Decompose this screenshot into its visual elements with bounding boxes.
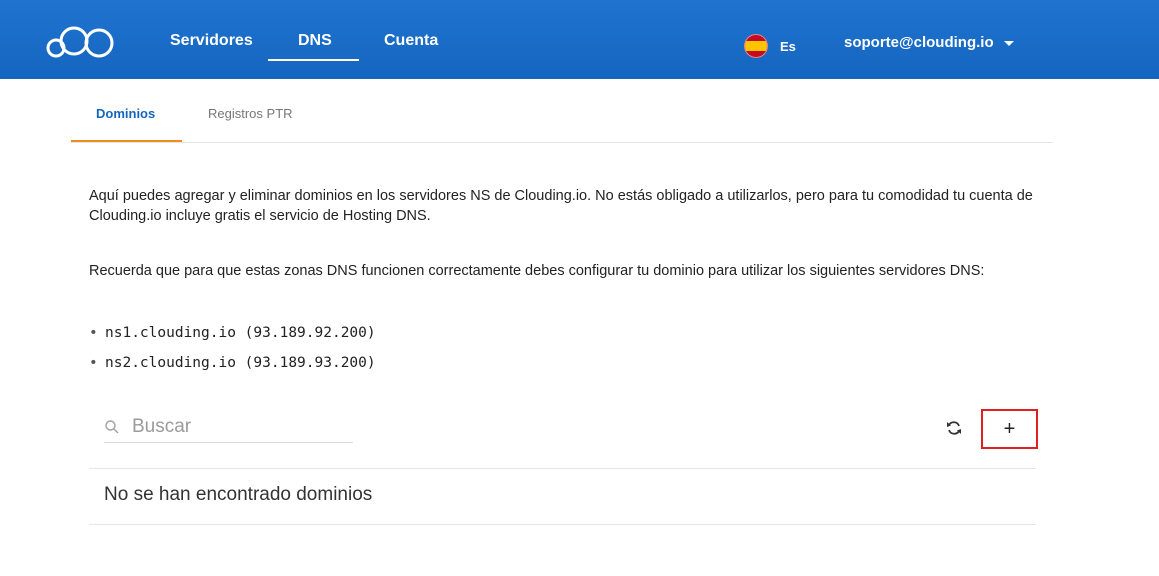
divider <box>89 524 1036 525</box>
dns-tabs: Dominios Registros PTR <box>71 92 1053 143</box>
nav-servidores[interactable]: Servidores <box>170 32 253 50</box>
clouding-logo-icon[interactable] <box>44 22 116 62</box>
active-tab-indicator <box>71 140 182 142</box>
list-item: • ns1.clouding.io (93.189.92.200) <box>89 325 376 341</box>
language-label: Es <box>780 38 796 54</box>
empty-results-message: No se han encontrado dominios <box>104 484 373 505</box>
nav-active-underline <box>268 59 359 61</box>
account-menu[interactable]: soporte@clouding.io <box>844 34 1014 51</box>
search-input[interactable] <box>130 415 334 439</box>
language-selector[interactable]: Es <box>744 34 796 58</box>
nameserver-list: • ns1.clouding.io (93.189.92.200) • ns2.cl… <box>89 322 376 382</box>
top-navigation-bar: Servidores DNS Cuenta Es soporte@cloudin… <box>0 0 1159 79</box>
refresh-icon[interactable] <box>944 418 964 438</box>
search-box <box>104 412 353 443</box>
chevron-down-icon <box>1003 41 1014 46</box>
intro-text: Aquí puedes agregar y eliminar dominios … <box>89 188 1033 224</box>
divider <box>89 468 1036 469</box>
search-icon <box>105 420 119 434</box>
tab-registros-ptr[interactable]: Registros PTR <box>208 106 293 121</box>
list-item: • ns2.clouding.io (93.189.93.200) <box>89 355 376 371</box>
nav-cuenta[interactable]: Cuenta <box>384 32 438 50</box>
account-email: soporte@clouding.io <box>844 34 994 51</box>
add-domain-button[interactable]: + <box>981 409 1038 449</box>
tab-dominios[interactable]: Dominios <box>96 106 155 121</box>
nav-dns[interactable]: DNS <box>298 32 332 50</box>
spain-flag-icon <box>744 34 768 58</box>
reminder-text: Recuerda que para que estas zonas DNS fu… <box>89 263 985 279</box>
